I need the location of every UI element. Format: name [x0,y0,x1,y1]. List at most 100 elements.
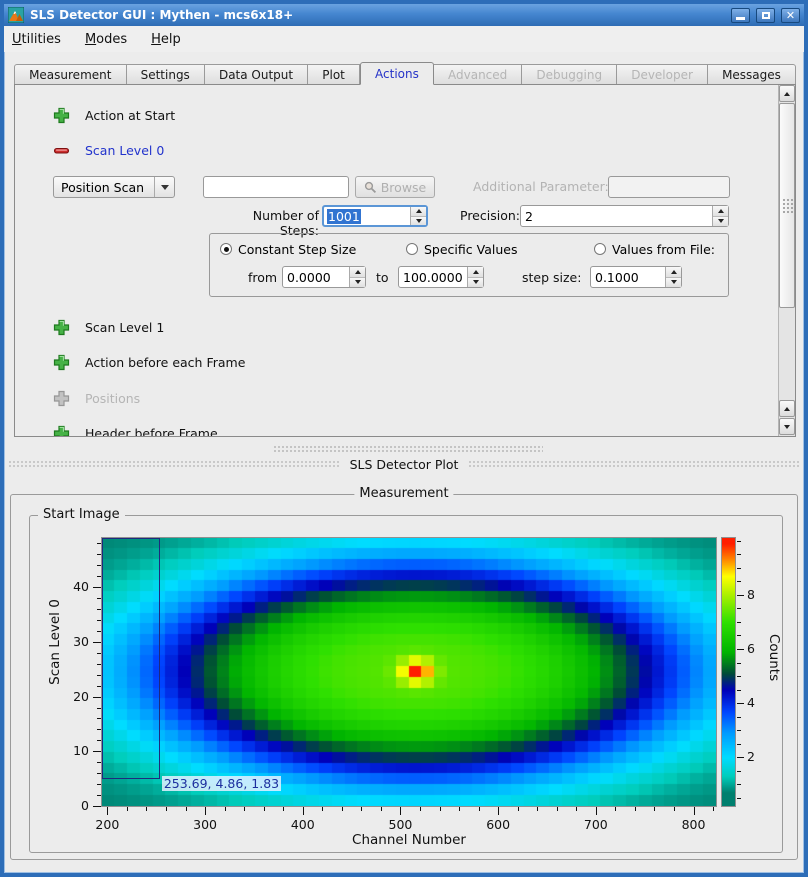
scan-level-1-row[interactable]: Scan Level 1 [53,318,164,336]
tab-actions[interactable]: Actions [360,62,434,85]
radio-constant-step-size[interactable]: Constant Step Size [220,242,356,256]
maximize-icon [762,12,770,19]
precision-value[interactable] [521,206,712,226]
zoom-selection-rect[interactable] [102,538,160,779]
tab-bar: Measurement Settings Data Output Plot Ac… [14,62,796,85]
add-plus-icon [53,354,70,371]
splitter-handle[interactable] [273,445,543,453]
vertical-scrollbar[interactable] [778,85,795,436]
browse-button: Browse [355,176,435,198]
tab-debugging: Debugging [522,64,617,85]
spin-down-button[interactable] [468,278,483,288]
app-icon [8,7,24,23]
arrow-down-icon [784,425,790,429]
radio-button-icon[interactable] [406,243,418,255]
positions-row: Positions [53,389,140,407]
action-before-frame-row[interactable]: Action before each Frame [53,353,245,371]
scroll-down-button[interactable] [779,418,795,435]
from-label: from [248,270,277,285]
plot-area: Scan Level 0 253.69, 4.86, 1.83 20030040… [30,516,782,852]
radio-specific-label: Specific Values [424,242,517,257]
y-tick-label: 0 [53,798,89,813]
header-before-frame-row[interactable]: Header before Frame [53,424,218,437]
precision-label: Precision: [460,208,520,223]
menu-utilities[interactable]: Utilities [12,32,61,47]
tab-settings[interactable]: Settings [127,64,205,85]
measurement-group: Measurement Start Image Scan Level 0 253… [10,494,798,860]
y-tick-label: 10 [53,743,89,758]
dock-texture [8,460,340,469]
arrow-down-icon [416,219,422,223]
spin-down-button[interactable] [350,278,365,288]
number-of-steps-spin-buttons [410,207,426,225]
tab-plot[interactable]: Plot [308,64,360,85]
positions-label: Positions [85,391,140,406]
spin-down-button[interactable] [713,217,728,227]
arrow-up-icon [718,209,724,213]
scan-level-0-label: Scan Level 0 [85,143,164,158]
menu-modes[interactable]: Modes [85,32,127,47]
scroll-up-button[interactable] [779,85,795,102]
colorbar-canvas [722,538,735,806]
number-of-steps-spinbox[interactable]: 1001 [322,205,428,227]
minimize-button[interactable] [731,8,750,23]
scan-mode-combobox[interactable]: Position Scan [53,176,175,198]
arrow-down-icon [718,219,724,223]
scan-mode-value: Position Scan [54,180,154,195]
radio-button-icon[interactable] [220,243,232,255]
step-size-label: step size: [522,270,581,285]
arrow-up-icon [473,270,479,274]
add-plus-icon [53,107,70,124]
x-tick-label: 400 [283,817,323,832]
steps-row: Number of Steps: 1001 Precision: [15,205,795,227]
scan-level-1-label: Scan Level 1 [85,320,164,335]
tab-data-output[interactable]: Data Output [205,64,308,85]
spin-up-button[interactable] [468,267,483,278]
to-value[interactable] [399,267,467,287]
precision-spinbox[interactable] [520,205,729,227]
maximize-button[interactable] [756,8,775,23]
action-at-start-row[interactable]: Action at Start [53,106,175,124]
x-tick-label: 800 [674,817,714,832]
from-spin-buttons [349,267,365,287]
dock-texture [468,460,800,469]
measurement-group-title: Measurement [354,486,453,501]
x-tick-label: 500 [380,817,420,832]
spin-up-button[interactable] [350,267,365,278]
heatmap-canvas[interactable] [102,538,716,806]
tab-measurement[interactable]: Measurement [14,64,127,85]
x-axis-label: Channel Number [101,832,717,848]
script-path-input[interactable] [203,176,349,198]
scroll-up-button-2[interactable] [779,400,795,417]
additional-parameter-input [608,176,730,198]
combobox-arrow[interactable] [154,177,174,197]
spin-down-button[interactable] [411,217,426,226]
spin-down-button[interactable] [666,278,681,288]
add-plus-icon [53,319,70,336]
step-size-value[interactable] [591,267,665,287]
colorbar-tick-label: 6 [747,641,767,656]
radio-button-icon[interactable] [594,243,606,255]
scrollbar-thumb[interactable] [779,103,795,308]
spin-up-button[interactable] [713,206,728,217]
precision-spin-buttons [712,206,728,226]
from-value[interactable] [283,267,349,287]
radio-file-label: Values from File: [612,242,715,257]
scan-level-0-row[interactable]: Scan Level 0 [53,141,164,159]
actions-panel: Action at Start Scan Level 0 Position Sc… [14,84,796,437]
chevron-down-icon [161,185,169,190]
tab-messages[interactable]: Messages [708,64,796,85]
additional-parameter-label: Additional Parameter: [473,179,609,194]
radio-specific-values[interactable]: Specific Values [406,242,517,256]
radio-values-from-file[interactable]: Values from File: [594,242,715,256]
app-window: SLS Detector GUI : Mythen - mcs6x18+ ✕ U… [0,0,808,877]
spin-up-button[interactable] [666,267,681,278]
close-button[interactable]: ✕ [781,8,800,23]
to-label: to [376,270,389,285]
menu-help[interactable]: Help [151,32,181,47]
step-size-spinbox[interactable] [590,266,682,288]
to-spinbox[interactable] [398,266,484,288]
colorbar-label: Counts [766,634,782,694]
spin-up-button[interactable] [411,207,426,217]
from-spinbox[interactable] [282,266,366,288]
